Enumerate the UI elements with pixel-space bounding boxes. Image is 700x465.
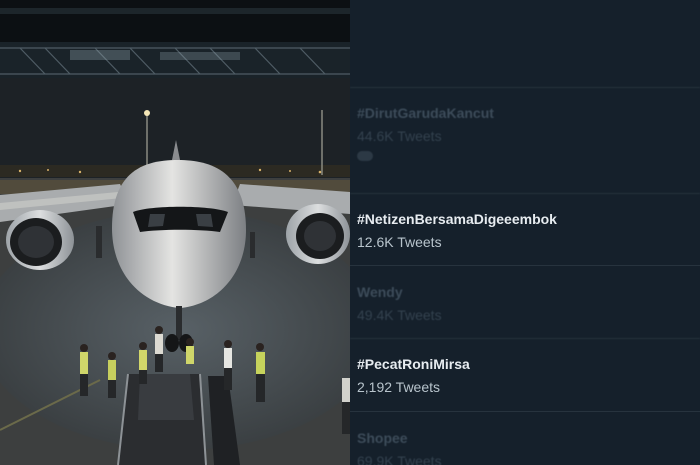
trend-item[interactable]: #DirutGarudaKancut 44.6K Tweets (350, 88, 700, 194)
trend-item[interactable]: Shopee 69.9K Tweets (350, 412, 700, 465)
trend-tweet-count: 12.6K Tweets (357, 234, 442, 250)
trend-name: #PecatRoniMirsa (357, 356, 470, 372)
trends-panel: #DirutGarudaKancut 44.6K Tweets #Netizen… (350, 0, 700, 465)
airplane-illustration (0, 0, 350, 465)
trend-tweet-count: 49.4K Tweets (357, 307, 442, 323)
avatar-group-icon (357, 151, 373, 161)
trend-tweet-count: 44.6K Tweets (357, 128, 442, 144)
trend-name: #DirutGarudaKancut (357, 105, 494, 121)
trend-item[interactable]: #PecatRoniMirsa 2,192 Tweets (350, 339, 700, 412)
airplane-hangar-photo (0, 0, 350, 465)
trend-item[interactable] (350, 0, 700, 88)
trend-name: #NetizenBersamaDigeeembok (357, 211, 557, 227)
trend-tweet-count: 2,192 Tweets (357, 379, 441, 395)
trend-item[interactable]: Wendy 49.4K Tweets (350, 266, 700, 339)
trend-context (357, 149, 700, 161)
trend-name: Wendy (357, 284, 403, 300)
trend-item[interactable]: #NetizenBersamaDigeeembok 12.6K Tweets (350, 194, 700, 266)
trend-tweet-count: 69.9K Tweets (357, 453, 442, 465)
trend-name: Shopee (357, 430, 408, 446)
